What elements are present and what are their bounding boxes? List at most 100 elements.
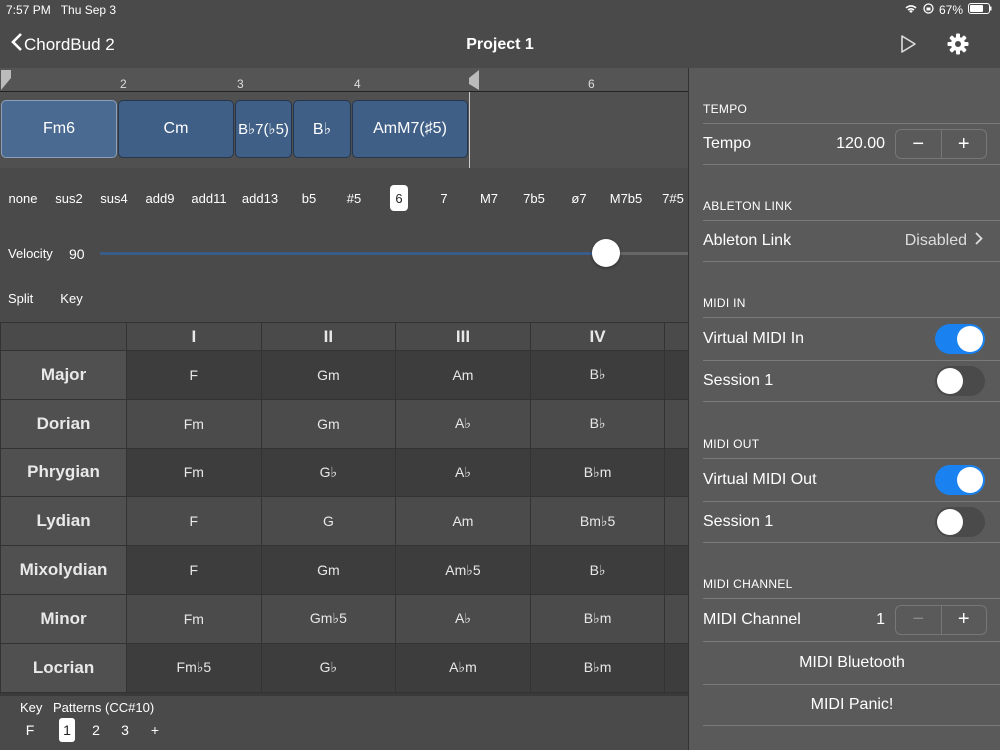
chord-cell[interactable]: Gm	[260, 350, 397, 400]
section-header-midi-in: MIDI IN	[703, 296, 746, 310]
midi-bluetooth-button[interactable]: MIDI Bluetooth	[703, 641, 1000, 683]
chord-cell[interactable]: B♭m	[529, 447, 666, 498]
extension-option[interactable]: 7	[432, 185, 456, 211]
chord-cell[interactable]: Cm	[664, 398, 688, 449]
tempo-row: Tempo 120.00 − +	[703, 123, 1000, 165]
chord-cell[interactable]: B♭	[529, 350, 666, 400]
tempo-increment-button[interactable]: +	[940, 130, 987, 158]
key-selector[interactable]: F	[22, 718, 38, 742]
extension-option[interactable]: 7b5	[518, 185, 550, 211]
ableton-link-row[interactable]: Ableton Link Disabled	[703, 220, 1000, 262]
status-date: Thu Sep 3	[60, 3, 117, 17]
chord-cell[interactable]: A♭	[395, 593, 531, 644]
chord-track[interactable]: Fm6 Cm B♭7(♭5) B♭ AmM7(♯5)	[0, 92, 688, 168]
virtual-midi-out-toggle[interactable]	[935, 464, 985, 495]
mode-label: Dorian	[0, 398, 128, 449]
chord-cell[interactable]: Gm	[260, 545, 397, 595]
midi-channel-stepper: − +	[895, 604, 987, 635]
chord-cell[interactable]: A♭	[395, 447, 531, 498]
chord-block[interactable]: B♭	[293, 100, 351, 158]
battery-icon	[968, 3, 992, 17]
extension-option-selected[interactable]: 6	[390, 185, 408, 211]
chord-cell[interactable]: A♭m	[395, 642, 531, 693]
mode-label: Locrian	[0, 642, 128, 693]
extension-option[interactable]: none	[2, 185, 44, 211]
settings-button[interactable]	[947, 33, 969, 60]
pattern-button[interactable]: 3	[117, 718, 133, 742]
mode-chord-grid: I II III IV V MajorFGmAmB♭CDorianFmGmA♭B…	[0, 322, 688, 696]
orientation-lock-icon	[923, 3, 934, 17]
extension-option[interactable]: M7b5	[606, 185, 646, 211]
key-label: Key	[20, 700, 43, 715]
midi-panic-button[interactable]: MIDI Panic!	[703, 684, 1000, 726]
add-pattern-button[interactable]: +	[147, 718, 163, 742]
midi-in-session-label: Session 1	[703, 372, 774, 389]
pattern-button[interactable]: 2	[88, 718, 104, 742]
chord-cell[interactable]: F	[126, 545, 262, 595]
extension-option[interactable]: ø7	[564, 185, 594, 211]
extension-option[interactable]: sus4	[93, 185, 135, 211]
chord-cell[interactable]: Gm	[260, 398, 397, 449]
midi-in-session-toggle[interactable]	[935, 366, 985, 396]
extension-option[interactable]: add11	[187, 185, 231, 211]
chord-cell[interactable]: B♭	[529, 398, 666, 449]
extension-option[interactable]: #5	[340, 185, 368, 211]
chord-cell[interactable]: F	[126, 350, 262, 400]
midi-channel-increment-button[interactable]: +	[940, 605, 987, 634]
chord-cell[interactable]: C	[664, 496, 688, 547]
extension-option[interactable]: b5	[294, 185, 324, 211]
chord-cell[interactable]: G	[260, 496, 397, 547]
ruler-bar-4: 4	[354, 77, 361, 91]
status-time: 7:57 PM	[6, 3, 51, 17]
chord-cell[interactable]: Fm	[126, 447, 262, 498]
chord-cell[interactable]: G♭	[260, 642, 397, 693]
extension-option[interactable]: add13	[238, 185, 282, 211]
ableton-link-label: Ableton Link	[703, 232, 792, 249]
loop-end-marker[interactable]	[468, 70, 480, 92]
chord-cell[interactable]: Bm♭5	[529, 496, 666, 547]
chord-cell[interactable]: Cm	[664, 545, 688, 595]
chord-cell[interactable]: Fm	[126, 398, 262, 449]
split-button[interactable]: Split	[8, 291, 33, 306]
velocity-slider-thumb[interactable]	[592, 239, 620, 267]
extension-option[interactable]: 7#5	[658, 185, 688, 211]
chord-cell[interactable]: B♭m	[529, 642, 666, 693]
chord-cell[interactable]: Fm♭5	[126, 642, 262, 693]
chord-cell[interactable]: B♭	[529, 545, 666, 595]
chord-cell[interactable]: Gm♭5	[260, 593, 397, 644]
chord-block[interactable]: B♭7(♭5)	[235, 100, 292, 158]
chord-cell[interactable]: C	[664, 350, 688, 400]
play-button[interactable]	[898, 34, 918, 59]
midi-channel-decrement-button[interactable]: −	[896, 606, 941, 634]
back-button[interactable]: ChordBud 2	[10, 32, 115, 57]
chord-cell[interactable]: B♭m	[529, 593, 666, 644]
chord-block[interactable]: Cm	[118, 100, 234, 158]
settings-panel: TEMPO Tempo 120.00 − + ABLETON LINK Able…	[688, 68, 1000, 750]
virtual-midi-in-toggle[interactable]	[935, 323, 985, 354]
chord-cell[interactable]: Am♭5	[395, 545, 531, 595]
degree-header: V	[664, 322, 688, 351]
key-button[interactable]: Key	[60, 291, 82, 306]
chevron-right-icon	[975, 232, 983, 250]
pattern-button-selected[interactable]: 1	[59, 718, 75, 742]
extension-option[interactable]: M7	[474, 185, 504, 211]
extension-option[interactable]: sus2	[48, 185, 90, 211]
chord-block[interactable]: AmM7(♯5)	[352, 100, 468, 158]
timeline-ruler[interactable]: 2 3 4 6	[0, 68, 688, 92]
tempo-decrement-button[interactable]: −	[896, 130, 941, 158]
extension-option[interactable]: add9	[138, 185, 182, 211]
midi-out-session-toggle[interactable]	[935, 507, 985, 537]
wifi-icon	[904, 3, 918, 17]
chord-cell[interactable]: G♭	[260, 447, 397, 498]
battery-percent: 67%	[938, 3, 963, 17]
chord-cell[interactable]: Cm	[664, 447, 688, 498]
chord-cell[interactable]: C	[664, 642, 688, 693]
chord-cell[interactable]: Am	[395, 496, 531, 547]
loop-start-marker[interactable]	[0, 70, 12, 92]
chord-cell[interactable]: Fm	[126, 593, 262, 644]
chord-block[interactable]: Fm6	[1, 100, 117, 158]
chord-cell[interactable]: F	[126, 496, 262, 547]
chord-cell[interactable]: Am	[395, 350, 531, 400]
chord-cell[interactable]: Cm	[664, 593, 688, 644]
chord-cell[interactable]: A♭	[395, 398, 531, 449]
